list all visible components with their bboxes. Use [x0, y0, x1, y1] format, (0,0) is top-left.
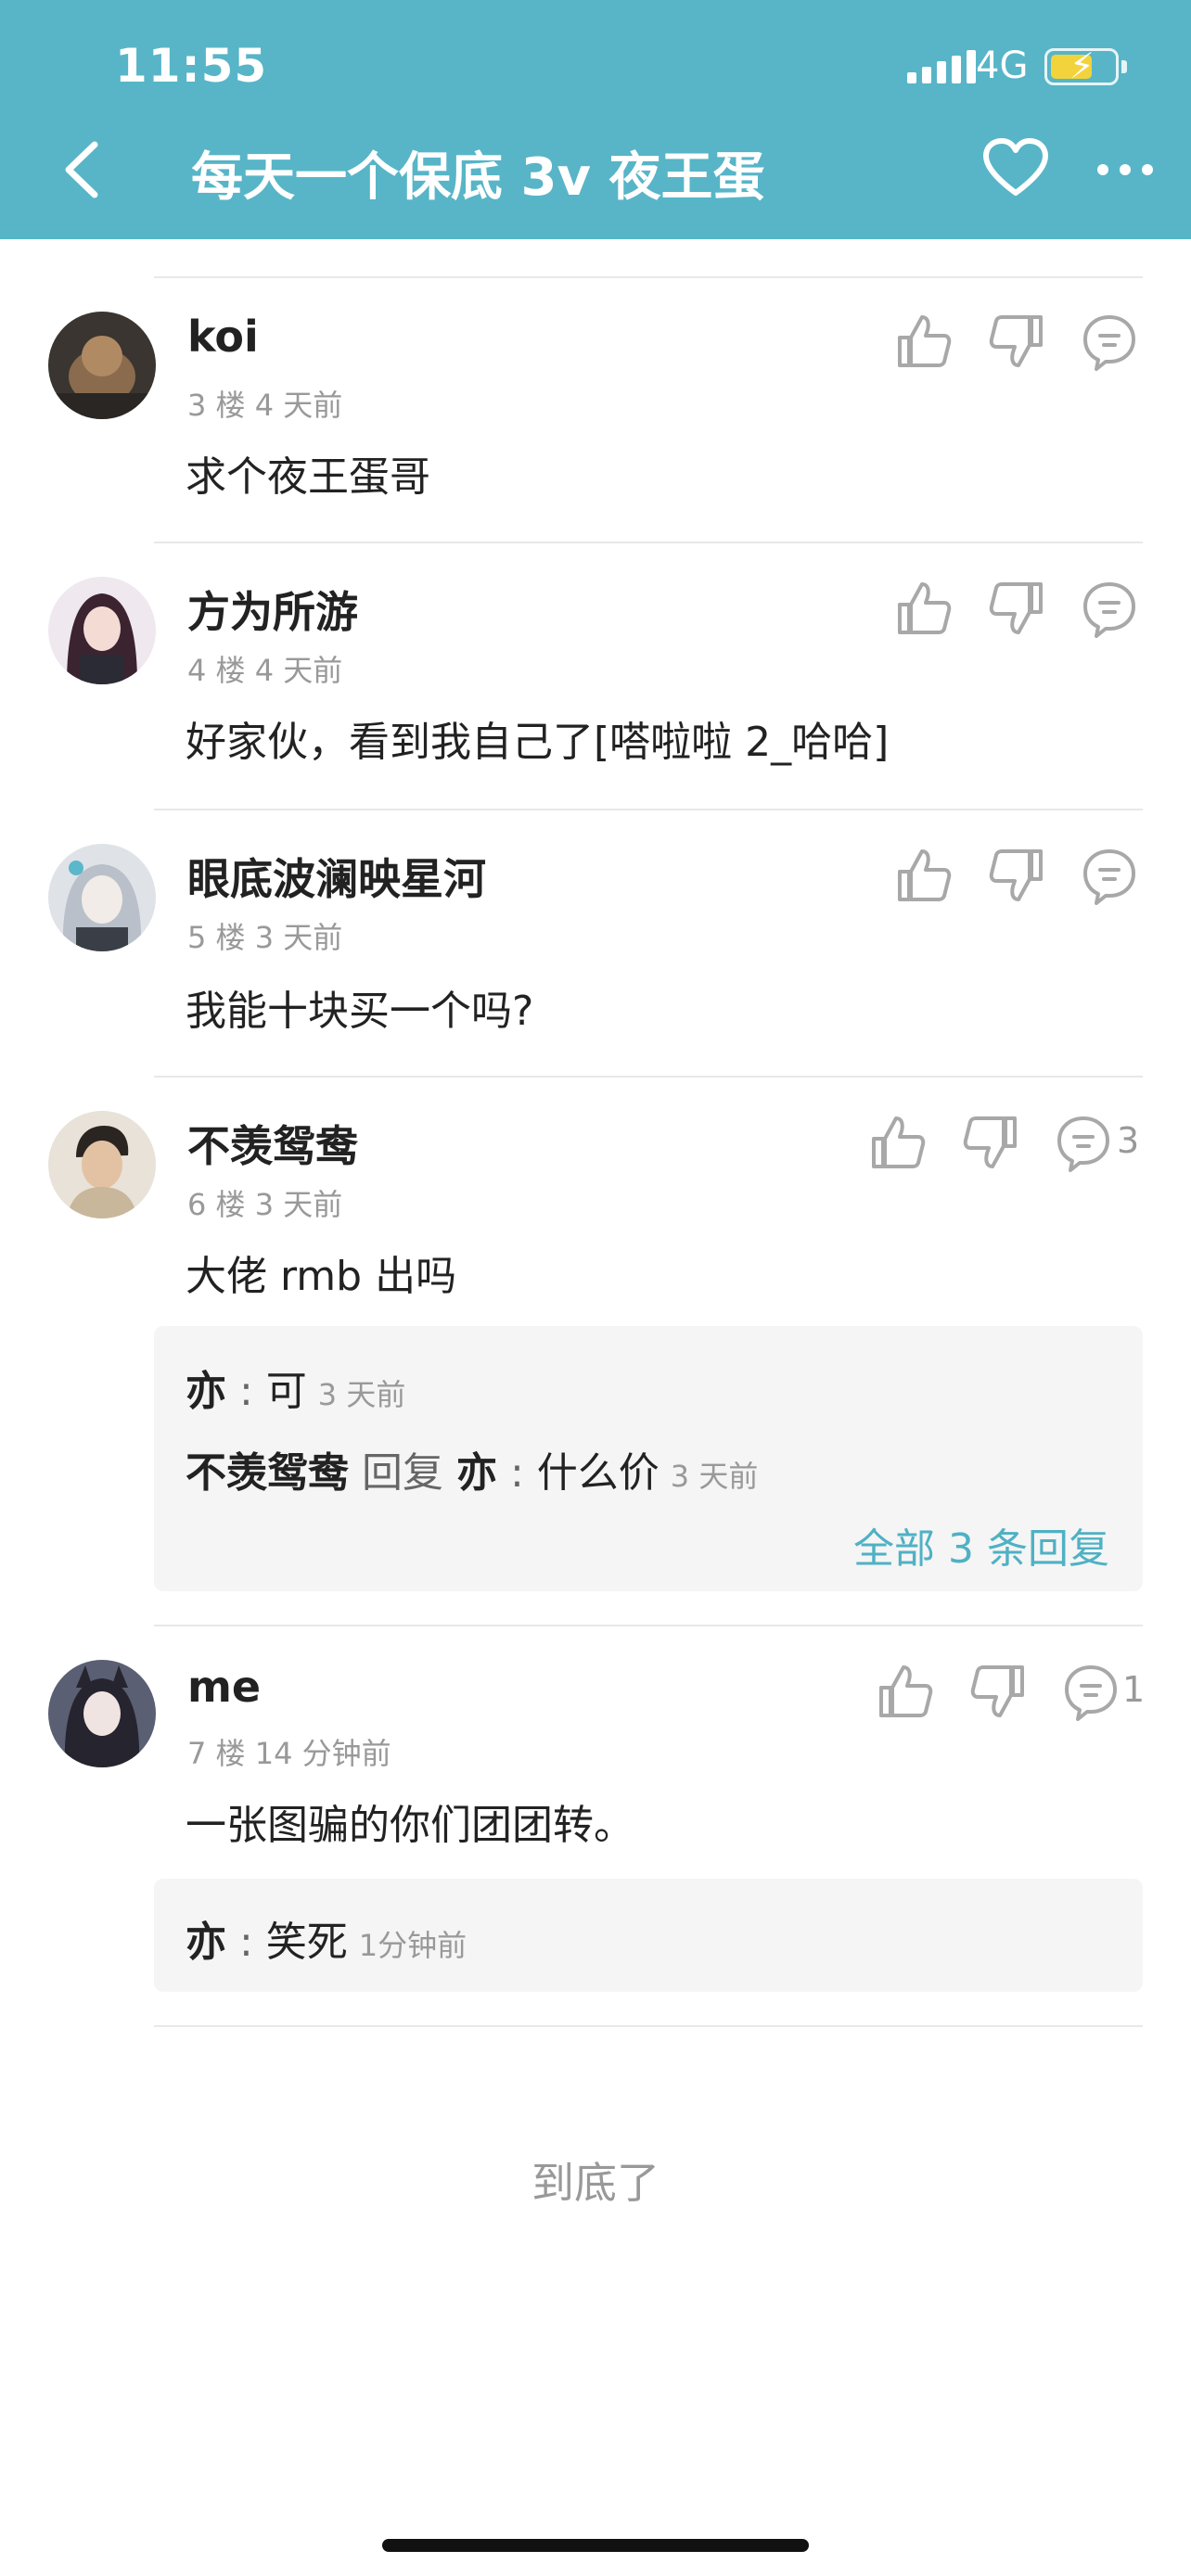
- comment-meta: 7 楼 14 分钟前: [187, 1736, 391, 1771]
- avatar[interactable]: [48, 844, 156, 951]
- thumbs-down-icon[interactable]: [987, 312, 1046, 371]
- avatar[interactable]: [48, 577, 156, 684]
- divider: [154, 276, 1143, 278]
- reply-time: 3 天前: [670, 1459, 759, 1494]
- divider: [154, 1076, 1143, 1078]
- reply-target[interactable]: 亦: [456, 1449, 497, 1497]
- comment-icon[interactable]: [1080, 579, 1139, 638]
- home-indicator[interactable]: [382, 2539, 809, 2552]
- avatar[interactable]: [48, 312, 156, 419]
- comment-content[interactable]: 大佬 rmb 出吗: [186, 1243, 456, 1302]
- avatar[interactable]: [48, 1660, 156, 1767]
- comment-icon[interactable]: [1054, 1113, 1113, 1172]
- signal-icon: [907, 50, 976, 83]
- heart-icon[interactable]: [981, 137, 1050, 198]
- comment-author[interactable]: 眼底波澜映星河: [187, 846, 486, 907]
- reply-text: 什么价: [536, 1449, 660, 1497]
- reply-item[interactable]: 不羡鸳鸯 回复 亦 : 什么价 3 天前: [186, 1439, 758, 1498]
- comment-author[interactable]: 方为所游: [187, 579, 358, 640]
- reply-box: 亦 : 笑死 1分钟前: [154, 1879, 1143, 1992]
- status-time: 11:55: [115, 39, 268, 93]
- divider: [154, 2025, 1143, 2027]
- comment-actions: [894, 846, 1145, 911]
- comment-content[interactable]: 好家伙，看到我自己了[嗒啦啦 2_哈哈]: [186, 708, 889, 768]
- comment-icon[interactable]: [1080, 312, 1139, 371]
- thumbs-up-icon[interactable]: [894, 579, 954, 638]
- reply-time: 3 天前: [317, 1377, 406, 1412]
- end-of-list-text: 到底了: [531, 2158, 660, 2208]
- comment-content[interactable]: 我能十块买一个吗?: [186, 977, 533, 1037]
- reply-time: 1分钟前: [358, 1928, 467, 1963]
- reply-item[interactable]: 亦 : 可3 天前: [186, 1358, 405, 1417]
- comment-content[interactable]: 一张图骗的你们团团转。: [186, 1792, 634, 1851]
- avatar[interactable]: [48, 1111, 156, 1218]
- reply-box: 亦 : 可3 天前 不羡鸳鸯 回复 亦 : 什么价 3 天前 全部 3 条回复: [154, 1326, 1143, 1591]
- comment-content[interactable]: 求个夜王蛋哥: [186, 443, 430, 503]
- divider: [154, 542, 1143, 543]
- thumbs-up-icon[interactable]: [894, 312, 954, 371]
- reply-text: 可: [265, 1368, 307, 1415]
- comment-meta: 4 楼 4 天前: [187, 653, 343, 688]
- reply-author[interactable]: 亦: [186, 1919, 226, 1966]
- comment-meta: 5 楼 3 天前: [187, 920, 343, 955]
- thumbs-down-icon[interactable]: [961, 1113, 1020, 1172]
- thumbs-up-icon[interactable]: [894, 846, 954, 905]
- reply-count: 3: [1117, 1120, 1140, 1161]
- thumbs-down-icon[interactable]: [968, 1662, 1028, 1721]
- thumbs-down-icon[interactable]: [987, 846, 1046, 905]
- comment-author[interactable]: me: [187, 1662, 261, 1712]
- reply-item[interactable]: 亦 : 笑死 1分钟前: [186, 1908, 467, 1968]
- comment-meta: 6 楼 3 天前: [187, 1187, 343, 1222]
- network-label: 4G: [976, 45, 1029, 87]
- thumbs-up-icon[interactable]: [876, 1662, 935, 1721]
- reply-count: 1: [1122, 1669, 1146, 1710]
- comment-author[interactable]: 不羡鸳鸯: [187, 1113, 358, 1174]
- chevron-left-icon[interactable]: [56, 137, 108, 202]
- comment-actions: [894, 312, 1145, 376]
- divider: [154, 1625, 1143, 1626]
- comment-author[interactable]: koi: [187, 312, 259, 362]
- page-title: 每天一个保底 3v 夜王蛋: [191, 147, 765, 208]
- battery-icon: ⚡: [1044, 47, 1127, 85]
- comment-meta: 3 楼 4 天前: [187, 388, 343, 423]
- app-header: 11:55 4G ⚡ 每天一个保底 3v 夜王蛋: [0, 0, 1191, 239]
- thumbs-up-icon[interactable]: [868, 1113, 928, 1172]
- reply-author[interactable]: 亦: [186, 1368, 226, 1415]
- comment-icon[interactable]: [1080, 846, 1139, 905]
- thumbs-down-icon[interactable]: [987, 579, 1046, 638]
- reply-author[interactable]: 不羡鸳鸯: [186, 1449, 349, 1497]
- reply-text: 笑死: [265, 1919, 348, 1966]
- view-all-replies-link[interactable]: 全部 3 条回复: [853, 1515, 1109, 1575]
- comment-actions: [894, 579, 1145, 644]
- comment-icon[interactable]: [1061, 1662, 1121, 1721]
- comment-actions: 3: [868, 1113, 1146, 1178]
- divider: [154, 809, 1143, 810]
- more-icon[interactable]: [1095, 156, 1156, 184]
- comment-actions: 1: [876, 1662, 1145, 1727]
